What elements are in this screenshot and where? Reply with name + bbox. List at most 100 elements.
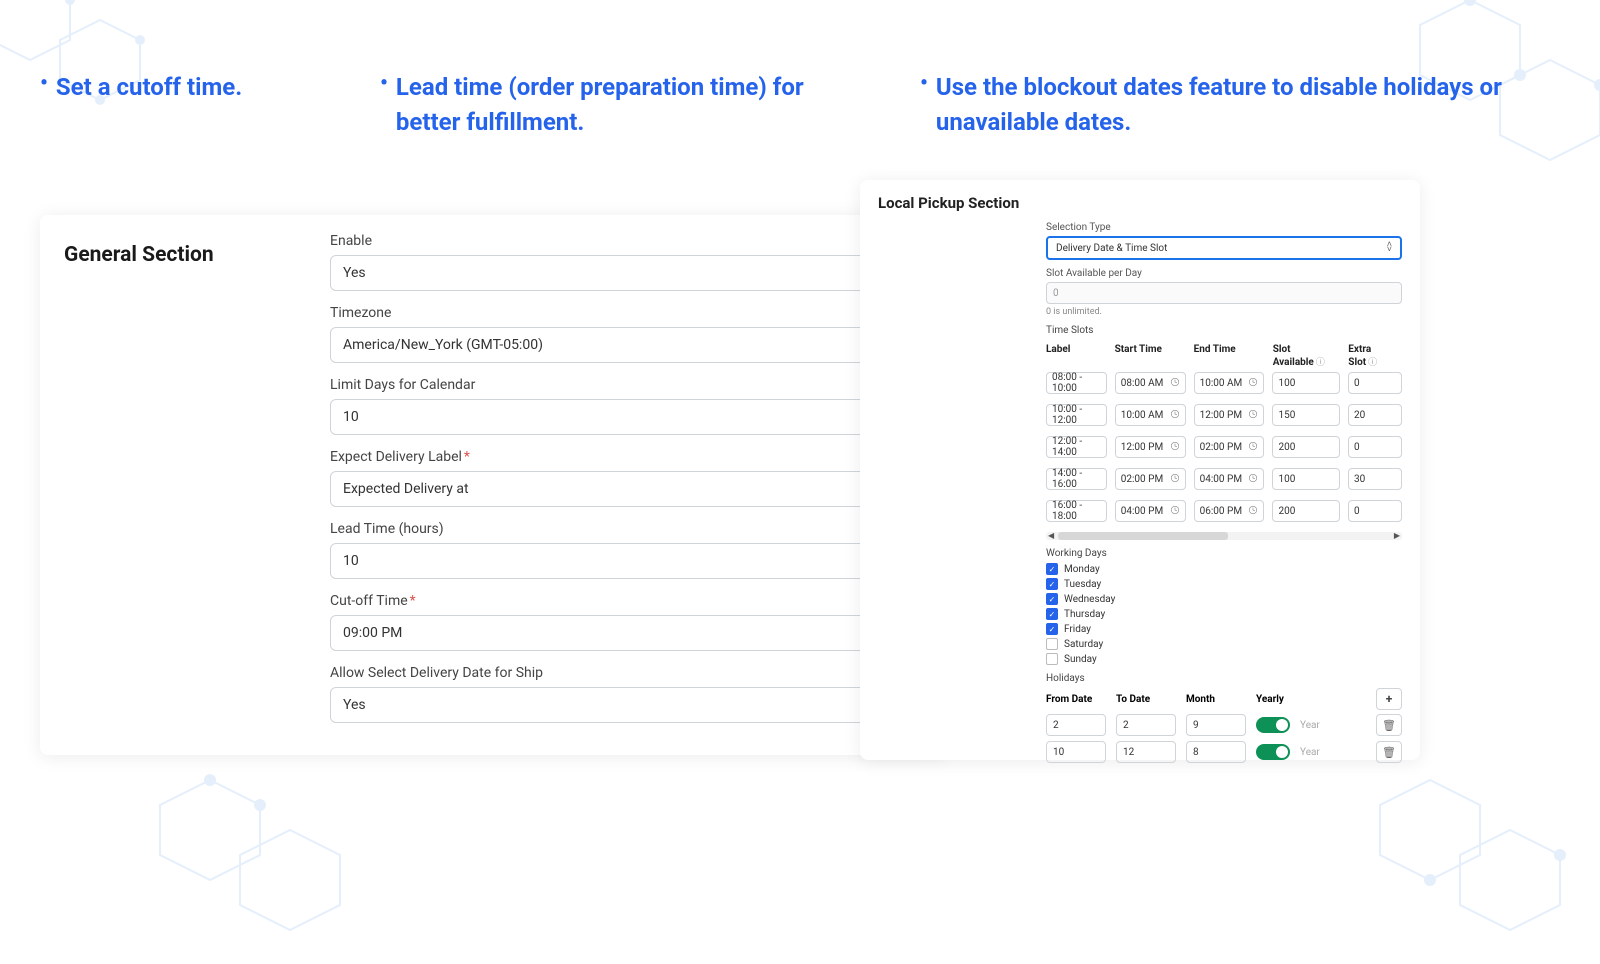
cutoff-time-input[interactable]: 09:00 PM: [330, 615, 923, 651]
col-extra-header: Extra Slotⓘ: [1348, 344, 1402, 368]
holiday-from-input[interactable]: 2: [1046, 714, 1106, 736]
allow-ship-select-value: Yes: [343, 697, 366, 713]
working-day-row: ✓Monday: [1046, 563, 1402, 575]
headline-leadtime: • Lead time (order preparation time) for…: [380, 70, 860, 140]
time-slot-row: 10:00 - 12:00 10:00 AM 12:00 PM 150 20: [1046, 404, 1402, 426]
clock-icon: [1248, 377, 1258, 390]
working-day-row: ✓ Thursday: [1046, 608, 1402, 620]
day-checkbox[interactable]: ✓: [1046, 563, 1058, 575]
info-icon: ⓘ: [1368, 358, 1377, 368]
holiday-to-input[interactable]: 2: [1116, 714, 1176, 736]
clock-icon: [1170, 441, 1180, 454]
slot-label-input[interactable]: 08:00 - 10:00: [1046, 372, 1107, 394]
holiday-year-placeholder: Year: [1300, 747, 1344, 758]
headline-row: • Set a cutoff time. • Lead time (order …: [40, 70, 1560, 140]
slot-start-input[interactable]: 02:00 PM: [1115, 468, 1186, 490]
slot-extra-input[interactable]: 20: [1348, 404, 1402, 426]
lead-time-label: Lead Time (hours): [330, 521, 923, 537]
slot-extra-input[interactable]: 0: [1348, 372, 1402, 394]
slot-extra-input[interactable]: 0: [1348, 500, 1402, 522]
slot-extra-input[interactable]: 30: [1348, 468, 1402, 490]
slot-per-day-value: 0: [1053, 288, 1059, 299]
holiday-year-placeholder: Year: [1300, 720, 1344, 731]
slot-label-input[interactable]: 12:00 - 14:00: [1046, 436, 1107, 458]
clock-icon: [1170, 473, 1180, 486]
limit-days-input[interactable]: 10: [330, 399, 923, 435]
day-label: Sunday: [1064, 654, 1097, 665]
clock-icon: [1248, 441, 1258, 454]
slot-start-input[interactable]: 04:00 PM: [1115, 500, 1186, 522]
general-section-title: General Section: [64, 243, 306, 267]
slot-start-input[interactable]: 08:00 AM: [1115, 372, 1186, 394]
scrollbar-thumb[interactable]: [1058, 532, 1228, 540]
bullet-icon: •: [920, 70, 928, 140]
trash-icon: 🗑: [1382, 719, 1396, 732]
limit-days-label: Limit Days for Calendar: [330, 377, 923, 393]
lead-time-input[interactable]: 10: [330, 543, 923, 579]
clock-icon: [1170, 409, 1180, 422]
day-checkbox[interactable]: [1046, 653, 1058, 665]
allow-ship-select[interactable]: Yes ˄˅: [330, 687, 923, 723]
slot-available-input[interactable]: 150: [1272, 404, 1339, 426]
local-pickup-title: Local Pickup Section: [878, 194, 1402, 212]
holiday-yearly-toggle[interactable]: [1256, 717, 1290, 733]
slot-available-input[interactable]: 200: [1272, 500, 1339, 522]
timezone-label: Timezone: [330, 305, 923, 321]
horizontal-scrollbar[interactable]: ◀ ▶: [1046, 532, 1402, 540]
holiday-month-input[interactable]: 9: [1186, 714, 1246, 736]
enable-select[interactable]: Yes ˄˅: [330, 255, 923, 291]
slot-label-input[interactable]: 16:00 - 18:00: [1046, 500, 1107, 522]
slot-extra-input[interactable]: 0: [1348, 436, 1402, 458]
limit-days-value: 10: [343, 409, 359, 425]
clock-icon: [1248, 473, 1258, 486]
col-avail-header: Slot Availableⓘ: [1273, 344, 1341, 368]
slot-end-input[interactable]: 04:00 PM: [1194, 468, 1265, 490]
general-section-panel: General Section Enable Yes ˄˅ Timezone A…: [40, 215, 945, 755]
holiday-from-input[interactable]: 10: [1046, 741, 1106, 763]
slot-end-input[interactable]: 02:00 PM: [1194, 436, 1265, 458]
expect-delivery-input[interactable]: Expected Delivery at: [330, 471, 923, 507]
holiday-to-input[interactable]: 12: [1116, 741, 1176, 763]
local-pickup-panel: Local Pickup Section Selection Type Deli…: [860, 180, 1420, 760]
day-label: Saturday: [1064, 639, 1103, 650]
day-checkbox[interactable]: ✓: [1046, 593, 1058, 605]
holiday-yearly-toggle[interactable]: [1256, 744, 1290, 760]
day-checkbox[interactable]: ✓: [1046, 623, 1058, 635]
working-days-heading: Working Days: [1046, 548, 1402, 559]
slot-end-input[interactable]: 10:00 AM: [1194, 372, 1265, 394]
day-label: Thursday: [1064, 609, 1105, 620]
timezone-select-value: America/New_York (GMT-05:00): [343, 337, 543, 353]
add-holiday-button[interactable]: +: [1376, 688, 1402, 710]
working-day-row: ✓Wednesday: [1046, 593, 1402, 605]
working-day-row: Sunday: [1046, 653, 1402, 665]
slot-per-day-input[interactable]: 0: [1046, 282, 1402, 304]
slot-label-input[interactable]: 14:00 - 16:00: [1046, 468, 1107, 490]
slot-label-input[interactable]: 10:00 - 12:00: [1046, 404, 1107, 426]
clock-icon: [1248, 409, 1258, 422]
day-checkbox[interactable]: ✓: [1046, 578, 1058, 590]
delete-holiday-button[interactable]: 🗑: [1376, 741, 1402, 763]
bullet-icon: •: [40, 70, 48, 140]
slot-available-input[interactable]: 200: [1272, 436, 1339, 458]
day-checkbox[interactable]: ✓: [1046, 608, 1058, 620]
working-days-list: ✓Monday✓Tuesday✓Wednesday✓Thursday✓Frida…: [1046, 563, 1402, 665]
day-label: Friday: [1064, 624, 1091, 635]
slot-start-input[interactable]: 10:00 AM: [1115, 404, 1186, 426]
holiday-col-to: To Date: [1116, 694, 1176, 705]
slot-end-input[interactable]: 06:00 PM: [1194, 500, 1265, 522]
delete-holiday-button[interactable]: 🗑: [1376, 714, 1402, 736]
holiday-month-input[interactable]: 8: [1186, 741, 1246, 763]
selection-type-value: Delivery Date & Time Slot: [1056, 243, 1167, 254]
allow-ship-label: Allow Select Delivery Date for Ship: [330, 665, 923, 681]
selection-type-select[interactable]: Delivery Date & Time Slot ˄˅: [1046, 236, 1402, 260]
slot-end-input[interactable]: 12:00 PM: [1194, 404, 1265, 426]
slot-available-input[interactable]: 100: [1272, 372, 1339, 394]
info-icon: ⓘ: [1316, 358, 1325, 368]
headline-blockout-text: Use the blockout dates feature to disabl…: [936, 70, 1560, 140]
slot-available-input[interactable]: 100: [1272, 468, 1339, 490]
time-slots-heading: Time Slots: [1046, 325, 1402, 336]
time-slot-row: 08:00 - 10:00 08:00 AM 10:00 AM 100 0: [1046, 372, 1402, 394]
timezone-select[interactable]: America/New_York (GMT-05:00) ˄˅: [330, 327, 923, 363]
slot-start-input[interactable]: 12:00 PM: [1115, 436, 1186, 458]
day-checkbox[interactable]: [1046, 638, 1058, 650]
